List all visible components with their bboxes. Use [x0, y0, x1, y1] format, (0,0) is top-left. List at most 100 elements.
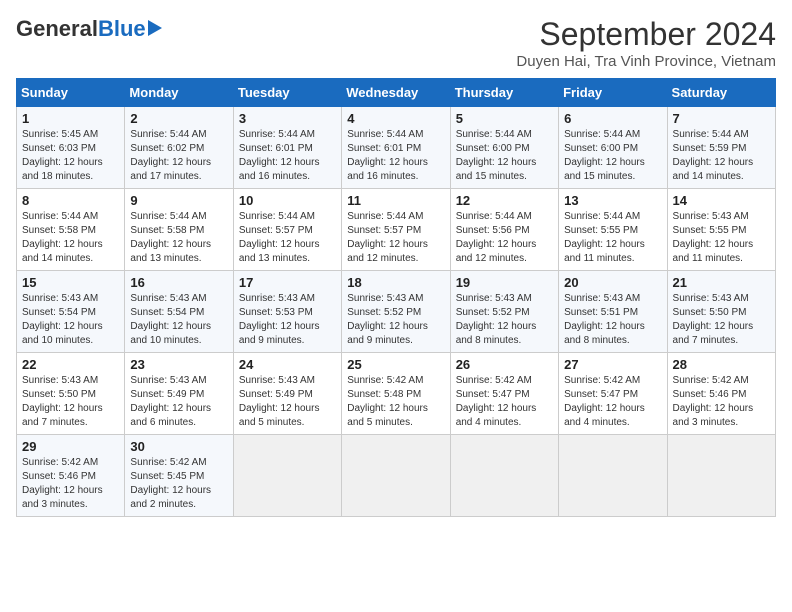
- day-number: 24: [239, 357, 336, 372]
- day-info: Sunrise: 5:42 AMSunset: 5:48 PMDaylight:…: [347, 374, 444, 430]
- calendar-cell: [342, 435, 450, 517]
- col-header-friday: Friday: [559, 79, 667, 107]
- day-number: 21: [673, 275, 770, 290]
- day-info: Sunrise: 5:42 AMSunset: 5:46 PMDaylight:…: [22, 456, 119, 512]
- day-number: 29: [22, 439, 119, 454]
- logo-text: GeneralBlue: [16, 16, 162, 42]
- page-subtitle: Duyen Hai, Tra Vinh Province, Vietnam: [516, 53, 776, 70]
- col-header-saturday: Saturday: [667, 79, 775, 107]
- day-number: 20: [564, 275, 661, 290]
- day-info: Sunrise: 5:42 AMSunset: 5:47 PMDaylight:…: [456, 374, 553, 430]
- calendar-cell: 10 Sunrise: 5:44 AMSunset: 5:57 PMDayligh…: [233, 189, 341, 271]
- day-info: Sunrise: 5:43 AMSunset: 5:52 PMDaylight:…: [456, 292, 553, 348]
- day-number: 5: [456, 111, 553, 126]
- calendar-cell: 6 Sunrise: 5:44 AMSunset: 6:00 PMDaylight…: [559, 107, 667, 189]
- day-number: 26: [456, 357, 553, 372]
- day-info: Sunrise: 5:43 AMSunset: 5:54 PMDaylight:…: [22, 292, 119, 348]
- col-header-monday: Monday: [125, 79, 233, 107]
- col-header-tuesday: Tuesday: [233, 79, 341, 107]
- calendar-header-row: SundayMondayTuesdayWednesdayThursdayFrid…: [17, 79, 776, 107]
- day-number: 23: [130, 357, 227, 372]
- day-number: 6: [564, 111, 661, 126]
- day-info: Sunrise: 5:44 AMSunset: 5:58 PMDaylight:…: [22, 210, 119, 266]
- day-info: Sunrise: 5:44 AMSunset: 6:01 PMDaylight:…: [239, 128, 336, 184]
- week-row-5: 29 Sunrise: 5:42 AMSunset: 5:46 PMDayligh…: [17, 435, 776, 517]
- day-info: Sunrise: 5:43 AMSunset: 5:49 PMDaylight:…: [239, 374, 336, 430]
- col-header-sunday: Sunday: [17, 79, 125, 107]
- col-header-thursday: Thursday: [450, 79, 558, 107]
- day-info: Sunrise: 5:44 AMSunset: 5:59 PMDaylight:…: [673, 128, 770, 184]
- day-number: 22: [22, 357, 119, 372]
- logo: GeneralBlue: [16, 16, 162, 42]
- week-row-2: 8 Sunrise: 5:44 AMSunset: 5:58 PMDaylight…: [17, 189, 776, 271]
- calendar-cell: 29 Sunrise: 5:42 AMSunset: 5:46 PMDayligh…: [17, 435, 125, 517]
- week-row-4: 22 Sunrise: 5:43 AMSunset: 5:50 PMDayligh…: [17, 353, 776, 435]
- day-info: Sunrise: 5:43 AMSunset: 5:50 PMDaylight:…: [22, 374, 119, 430]
- calendar-cell: 19 Sunrise: 5:43 AMSunset: 5:52 PMDayligh…: [450, 271, 558, 353]
- calendar-cell: [233, 435, 341, 517]
- day-number: 7: [673, 111, 770, 126]
- calendar-cell: 26 Sunrise: 5:42 AMSunset: 5:47 PMDayligh…: [450, 353, 558, 435]
- day-info: Sunrise: 5:43 AMSunset: 5:50 PMDaylight:…: [673, 292, 770, 348]
- day-number: 4: [347, 111, 444, 126]
- calendar-cell: 7 Sunrise: 5:44 AMSunset: 5:59 PMDaylight…: [667, 107, 775, 189]
- calendar-cell: 24 Sunrise: 5:43 AMSunset: 5:49 PMDayligh…: [233, 353, 341, 435]
- week-row-1: 1Sunrise: 5:45 AMSunset: 6:03 PMDaylight…: [17, 107, 776, 189]
- day-info: Sunrise: 5:44 AMSunset: 5:57 PMDaylight:…: [239, 210, 336, 266]
- day-number: 12: [456, 193, 553, 208]
- day-info: Sunrise: 5:44 AMSunset: 6:00 PMDaylight:…: [564, 128, 661, 184]
- day-number: 18: [347, 275, 444, 290]
- calendar-cell: 11 Sunrise: 5:44 AMSunset: 5:57 PMDayligh…: [342, 189, 450, 271]
- calendar-cell: 21 Sunrise: 5:43 AMSunset: 5:50 PMDayligh…: [667, 271, 775, 353]
- calendar-cell: [667, 435, 775, 517]
- calendar-cell: 28Sunrise: 5:42 AMSunset: 5:46 PMDayligh…: [667, 353, 775, 435]
- day-number: 13: [564, 193, 661, 208]
- calendar-cell: 8 Sunrise: 5:44 AMSunset: 5:58 PMDaylight…: [17, 189, 125, 271]
- calendar-cell: 3 Sunrise: 5:44 AMSunset: 6:01 PMDaylight…: [233, 107, 341, 189]
- day-number: 14: [673, 193, 770, 208]
- day-number: 8: [22, 193, 119, 208]
- calendar-cell: 18 Sunrise: 5:43 AMSunset: 5:52 PMDayligh…: [342, 271, 450, 353]
- calendar-cell: 25 Sunrise: 5:42 AMSunset: 5:48 PMDayligh…: [342, 353, 450, 435]
- day-number: 2: [130, 111, 227, 126]
- logo-general: General: [16, 16, 98, 42]
- day-number: 19: [456, 275, 553, 290]
- day-info: Sunrise: 5:44 AMSunset: 6:01 PMDaylight:…: [347, 128, 444, 184]
- day-number: 15: [22, 275, 119, 290]
- day-info: Sunrise: 5:44 AMSunset: 5:58 PMDaylight:…: [130, 210, 227, 266]
- calendar-cell: 5 Sunrise: 5:44 AMSunset: 6:00 PMDaylight…: [450, 107, 558, 189]
- day-info: Sunrise: 5:42 AMSunset: 5:45 PMDaylight:…: [130, 456, 227, 512]
- page-header: GeneralBlue September 2024 Duyen Hai, Tr…: [16, 16, 776, 70]
- calendar-cell: [450, 435, 558, 517]
- page-title: September 2024: [516, 16, 776, 53]
- day-info: Sunrise: 5:43 AMSunset: 5:53 PMDaylight:…: [239, 292, 336, 348]
- week-row-3: 15 Sunrise: 5:43 AMSunset: 5:54 PMDayligh…: [17, 271, 776, 353]
- calendar-cell: 17Sunrise: 5:43 AMSunset: 5:53 PMDayligh…: [233, 271, 341, 353]
- calendar-cell: 23Sunrise: 5:43 AMSunset: 5:49 PMDayligh…: [125, 353, 233, 435]
- calendar-cell: 30Sunrise: 5:42 AMSunset: 5:45 PMDayligh…: [125, 435, 233, 517]
- day-number: 3: [239, 111, 336, 126]
- day-info: Sunrise: 5:44 AMSunset: 6:00 PMDaylight:…: [456, 128, 553, 184]
- day-info: Sunrise: 5:45 AMSunset: 6:03 PMDaylight:…: [22, 128, 119, 184]
- calendar-cell: 12 Sunrise: 5:44 AMSunset: 5:56 PMDayligh…: [450, 189, 558, 271]
- day-info: Sunrise: 5:44 AMSunset: 5:57 PMDaylight:…: [347, 210, 444, 266]
- day-info: Sunrise: 5:43 AMSunset: 5:55 PMDaylight:…: [673, 210, 770, 266]
- calendar-cell: [559, 435, 667, 517]
- title-block: September 2024 Duyen Hai, Tra Vinh Provi…: [516, 16, 776, 70]
- calendar-cell: 15 Sunrise: 5:43 AMSunset: 5:54 PMDayligh…: [17, 271, 125, 353]
- day-info: Sunrise: 5:44 AMSunset: 5:56 PMDaylight:…: [456, 210, 553, 266]
- calendar-cell: 2Sunrise: 5:44 AMSunset: 6:02 PMDaylight…: [125, 107, 233, 189]
- calendar-cell: 27Sunrise: 5:42 AMSunset: 5:47 PMDayligh…: [559, 353, 667, 435]
- calendar-cell: 14 Sunrise: 5:43 AMSunset: 5:55 PMDayligh…: [667, 189, 775, 271]
- day-number: 9: [130, 193, 227, 208]
- day-number: 10: [239, 193, 336, 208]
- day-number: 25: [347, 357, 444, 372]
- logo-arrow-icon: [148, 20, 162, 36]
- day-info: Sunrise: 5:43 AMSunset: 5:52 PMDaylight:…: [347, 292, 444, 348]
- day-number: 11: [347, 193, 444, 208]
- calendar-cell: 16Sunrise: 5:43 AMSunset: 5:54 PMDayligh…: [125, 271, 233, 353]
- day-number: 28: [673, 357, 770, 372]
- day-info: Sunrise: 5:42 AMSunset: 5:47 PMDaylight:…: [564, 374, 661, 430]
- logo-blue: Blue: [98, 16, 146, 42]
- calendar-cell: 9 Sunrise: 5:44 AMSunset: 5:58 PMDaylight…: [125, 189, 233, 271]
